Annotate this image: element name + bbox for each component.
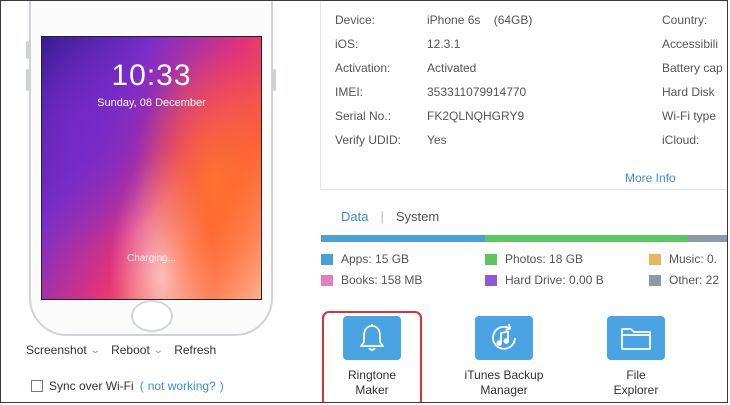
legend-photos: Photos: 18 GB: [485, 252, 583, 266]
legend-label: Apps: 15 GB: [341, 252, 410, 266]
info-row: Activation: Activated Battery cap: [321, 61, 727, 85]
charging-text: Charging...: [127, 253, 176, 264]
tab-divider: |: [380, 209, 384, 224]
more-info-link[interactable]: More Info: [625, 171, 676, 185]
legend-label: Music: 0.: [669, 252, 718, 266]
itunes-backup-manager-button[interactable]: iTunes Backup Manager: [454, 316, 554, 398]
screenshot-button[interactable]: Screenshot ⌄: [26, 343, 111, 357]
tool-label: File Explorer: [586, 368, 686, 398]
storage-bar-photos: [485, 235, 688, 242]
legend-hard-drive: Hard Drive: 0.00 B: [485, 273, 604, 287]
reboot-button[interactable]: Reboot ⌄: [111, 343, 174, 357]
lockscreen-time: 10:33: [111, 59, 192, 92]
chevron-down-icon[interactable]: ⌄: [152, 345, 164, 356]
chevron-down-icon[interactable]: ⌄: [89, 345, 101, 356]
phone-side-button: [26, 41, 29, 59]
info-label: Activation:: [335, 61, 391, 75]
legend-label: Photos: 18 GB: [505, 252, 584, 266]
info-row: Verify UDID: Yes iCloud:: [321, 133, 727, 157]
phone-side-button: [26, 69, 29, 91]
legend-label: Hard Drive: 0.00 B: [505, 273, 604, 287]
tool-label-line1: iTunes Backup: [464, 368, 544, 382]
folder-icon: [607, 316, 665, 360]
info-right-label: Country:: [662, 13, 708, 27]
info-right-label: Battery cap: [662, 61, 723, 75]
sync-wifi-label: Sync over Wi-Fi: [49, 379, 134, 393]
info-value: Activated: [427, 61, 477, 75]
info-right-label: Wi-Fi type: [662, 109, 716, 123]
info-value: 353311079914770: [427, 85, 527, 99]
info-row: iOS: 12.3.1 Accessibili: [321, 37, 727, 61]
legend-other: Other: 22: [649, 273, 719, 287]
info-value: Yes: [427, 133, 447, 147]
info-row: IMEI: 353311079914770 Hard Disk: [321, 85, 727, 109]
tab-system[interactable]: System: [396, 209, 439, 224]
info-right-label: Accessibili: [662, 37, 719, 51]
info-label: Serial No.:: [335, 109, 392, 123]
tool-label-line1: File: [626, 368, 646, 382]
sync-wifi-option: Sync over Wi-Fi ( not working? ): [31, 379, 224, 393]
storage-bar-apps: [321, 235, 485, 242]
tool-label-line2: Manager: [480, 383, 528, 397]
info-value: 12.3.1: [427, 37, 461, 51]
selection-highlight: [322, 311, 422, 402]
legend-swatch: [649, 274, 661, 286]
legend-label: Other: 22: [669, 273, 720, 287]
tool-label-line2: Explorer: [613, 383, 659, 397]
music-sync-icon: [475, 316, 533, 360]
info-row: Serial No.: FK2QLNQHGRY9 Wi-Fi type: [321, 109, 727, 133]
legend-swatch: [485, 253, 497, 265]
paren-close: ): [219, 379, 224, 393]
legend-swatch: [321, 274, 333, 286]
app-window: 10:33 Sunday, 08 December Charging... Sc…: [0, 0, 728, 403]
phone-actions: Screenshot ⌄ Reboot ⌄ Refresh: [26, 343, 216, 357]
legend-books: Books: 158 MB: [321, 273, 422, 287]
lockscreen-date: Sunday, 08 December: [97, 97, 206, 109]
info-right-label: iCloud:: [662, 133, 700, 147]
legend-music: Music: 0.: [649, 252, 717, 266]
refresh-label: Refresh: [174, 343, 217, 357]
info-value: FK2QLNQHGRY9: [427, 109, 525, 123]
sync-wifi-checkbox[interactable]: [31, 380, 43, 392]
info-label: IMEI:: [335, 85, 364, 99]
home-button: [131, 300, 173, 332]
not-working-link[interactable]: not working?: [148, 379, 216, 393]
legend-swatch: [649, 253, 661, 265]
info-label: Verify UDID:: [335, 133, 402, 147]
info-label: iOS:: [335, 37, 359, 51]
paren-open: (: [139, 379, 144, 393]
legend-apps: Apps: 15 GB: [321, 252, 409, 266]
phone-side-button: [273, 69, 276, 91]
info-value: iPhone 6s (64GB): [427, 13, 533, 27]
file-explorer-button[interactable]: File Explorer: [586, 316, 686, 398]
device-info-panel: Device: iPhone 6s (64GB) Country: iOS: 1…: [320, 1, 727, 190]
storage-tabs: Data | System: [341, 209, 439, 224]
refresh-button[interactable]: Refresh: [174, 343, 216, 357]
legend-label: Books: 158 MB: [341, 273, 423, 287]
storage-bar-other: [688, 235, 727, 242]
info-row: Device: iPhone 6s (64GB) Country:: [321, 13, 727, 37]
phone-screen: 10:33 Sunday, 08 December Charging...: [41, 36, 262, 300]
screenshot-label: Screenshot: [26, 343, 87, 357]
info-right-label: Hard Disk: [662, 85, 715, 99]
tab-data[interactable]: Data: [341, 209, 368, 224]
legend-swatch: [485, 274, 497, 286]
legend-swatch: [321, 253, 333, 265]
info-label: Device:: [335, 13, 376, 27]
reboot-label: Reboot: [111, 343, 150, 357]
tool-label: iTunes Backup Manager: [454, 368, 554, 398]
